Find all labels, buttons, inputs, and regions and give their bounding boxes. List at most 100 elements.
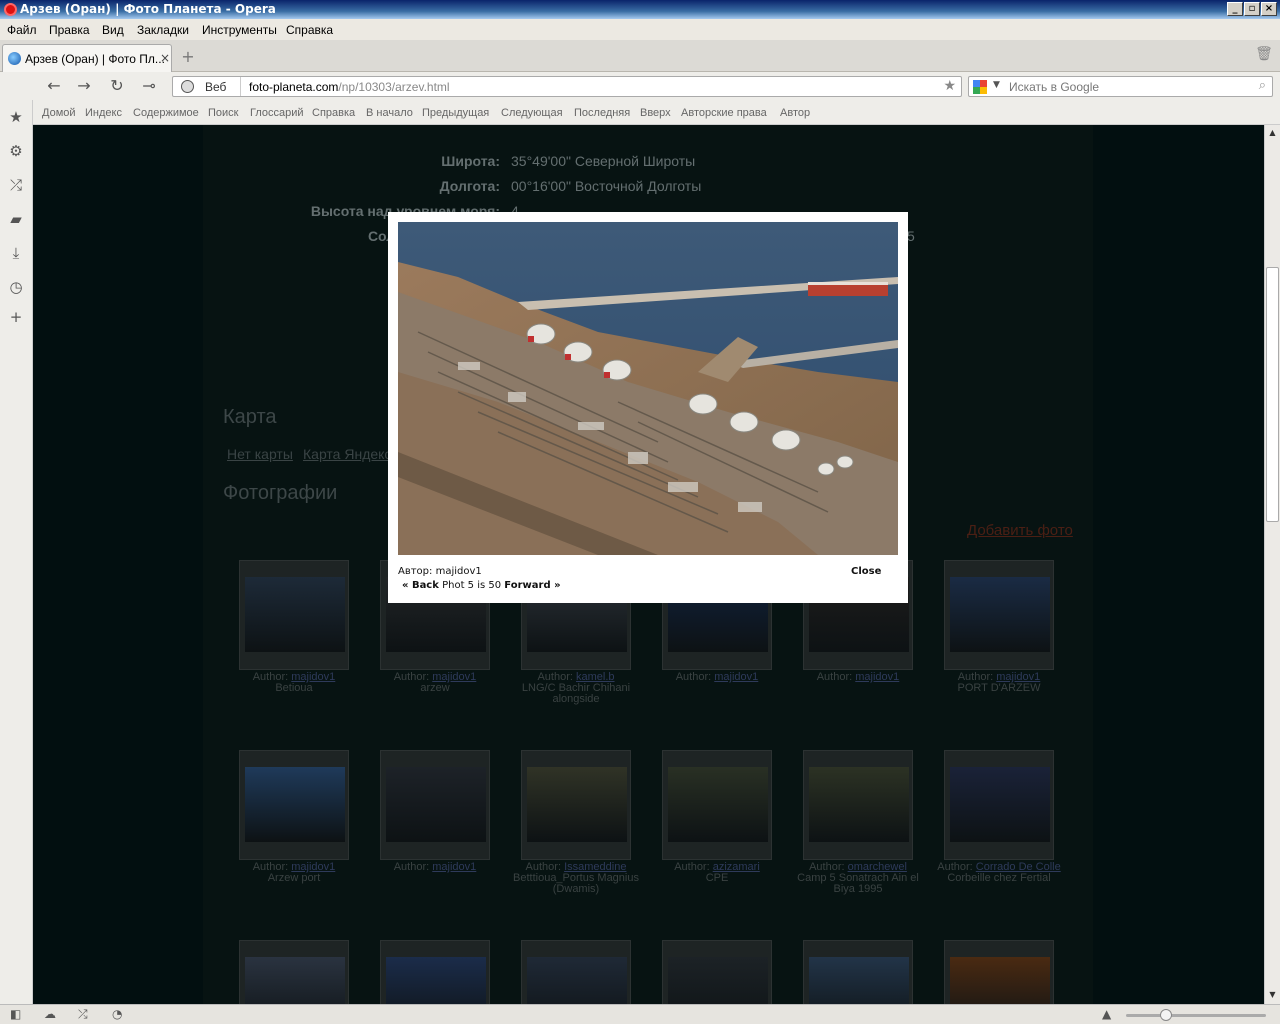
navlink-contents[interactable]: Содержимое xyxy=(133,107,199,119)
scroll-down-arrow-icon[interactable]: ▼ xyxy=(1265,987,1280,1002)
photo-thumbnail[interactable] xyxy=(239,750,349,860)
share-icon[interactable]: ⤮ xyxy=(7,176,25,194)
photo-thumbnail[interactable] xyxy=(944,750,1054,860)
photo-caption: Author: majidov1 PORT D'ARZEW xyxy=(929,672,1069,694)
photo-title: arzew xyxy=(420,682,450,694)
photo-thumbnail[interactable] xyxy=(521,940,631,1004)
search-field[interactable]: ▼ Искать в Google ⌕ xyxy=(968,76,1273,97)
bookmarks-star-icon[interactable]: ★ xyxy=(7,108,25,126)
navlink-start[interactable]: В начало xyxy=(366,107,413,119)
restore-button[interactable]: ▫ xyxy=(1244,2,1260,16)
thumbnail-image xyxy=(809,767,909,842)
navlink-next[interactable]: Следующая xyxy=(501,107,563,119)
author-link[interactable]: majidov1 xyxy=(714,671,758,683)
photo-caption: Author: majidov1 arzew xyxy=(365,672,505,694)
author-link[interactable]: majidov1 xyxy=(855,671,899,683)
reload-icon[interactable]: ↻ xyxy=(106,76,128,96)
share-icon[interactable]: ⤮ xyxy=(78,1007,88,1022)
menu-tools[interactable]: Инструменты xyxy=(202,23,277,37)
photo-thumbnail[interactable] xyxy=(239,940,349,1004)
zoom-slider-handle[interactable] xyxy=(1160,1009,1172,1021)
globe-icon xyxy=(8,52,21,65)
photo-thumbnail[interactable] xyxy=(803,940,913,1004)
navigation-links-bar: Домой Индекс Содержимое Поиск Глоссарий … xyxy=(33,100,1280,125)
photo-caption: Author: Issameddine Betttioua_Portus Magn… xyxy=(506,862,646,895)
lightbox-author: Автор: majidov1 xyxy=(398,566,482,577)
chevron-down-icon[interactable]: ▼ xyxy=(993,80,1000,90)
navlink-previous[interactable]: Предыдущая xyxy=(422,107,489,119)
lightbox-forward-button[interactable]: Forward » xyxy=(504,580,560,591)
no-map-link[interactable]: Нет карты xyxy=(227,446,293,462)
thumbnail-image xyxy=(245,957,345,1004)
add-photo-link[interactable]: Добавить фото xyxy=(967,522,1073,539)
gear-icon[interactable]: ⚙ xyxy=(7,142,25,160)
navlink-search[interactable]: Поиск xyxy=(208,107,238,119)
menu-bookmarks[interactable]: Закладки xyxy=(137,23,189,37)
cloud-icon[interactable]: ☁ xyxy=(44,1007,56,1021)
navlink-author[interactable]: Автор xyxy=(780,107,810,119)
photo-thumbnail[interactable] xyxy=(662,750,772,860)
notes-icon[interactable]: ▰ xyxy=(7,210,25,228)
address-field[interactable]: Веб foto-planeta.com/np/10303/arzev.html… xyxy=(172,76,962,97)
author-link[interactable]: majidov1 xyxy=(432,861,476,873)
photo-title: Arzew port xyxy=(267,872,321,884)
bookmark-star-icon[interactable]: ★ xyxy=(943,78,956,94)
thumbnail-image xyxy=(527,767,627,842)
scroll-up-arrow-icon[interactable]: ▲ xyxy=(1265,125,1280,140)
key-icon[interactable]: ⊸ xyxy=(138,76,160,96)
navlink-last[interactable]: Последняя xyxy=(574,107,630,119)
thumbnail-image xyxy=(527,957,627,1004)
navlink-home[interactable]: Домой xyxy=(42,107,76,119)
sun-value: 5 xyxy=(907,228,915,244)
thumbnail-image xyxy=(386,957,486,1004)
menu-file[interactable]: Файл xyxy=(7,23,37,37)
search-icon[interactable]: ⌕ xyxy=(1259,78,1266,93)
tab-close-icon[interactable]: × xyxy=(160,51,170,65)
download-icon[interactable]: ⤓ xyxy=(7,244,25,262)
minimize-button[interactable]: _ xyxy=(1227,2,1243,16)
lightbox: Автор: majidov1 « Back Phot 5 is 50 Forw… xyxy=(388,212,908,603)
menu-edit[interactable]: Правка xyxy=(49,23,90,37)
thumbnail-image xyxy=(668,957,768,1004)
photo-thumbnail[interactable] xyxy=(380,750,490,860)
new-tab-icon[interactable]: + xyxy=(178,48,198,66)
photo-title: Betioua xyxy=(275,682,313,694)
history-clock-icon[interactable]: ◷ xyxy=(7,278,25,296)
lightbox-back-button[interactable]: « Back xyxy=(402,580,439,591)
search-placeholder: Искать в Google xyxy=(1009,80,1100,94)
forward-arrow-icon[interactable]: → xyxy=(73,76,95,96)
page-viewport: Широта: 35°49'00" Северной Широты Долгот… xyxy=(33,125,1264,1004)
zoom-out-arrow-icon[interactable]: ▲ xyxy=(1102,1007,1111,1021)
thumbnail-image xyxy=(245,767,345,842)
tab-active[interactable]: Арзев (Оран) | Фото Пл... × xyxy=(2,44,172,72)
photo-thumbnail[interactable] xyxy=(662,940,772,1004)
vertical-scrollbar[interactable]: ▲ ▼ xyxy=(1264,125,1280,1004)
menu-view[interactable]: Вид xyxy=(102,23,124,37)
navlink-index[interactable]: Индекс xyxy=(85,107,122,119)
speed-dial-icon[interactable]: ◔ xyxy=(112,1007,122,1021)
zoom-slider-track[interactable] xyxy=(1126,1014,1266,1017)
navlink-help[interactable]: Справка xyxy=(312,107,355,119)
yandex-map-link[interactable]: Карта Яндекс xyxy=(303,446,391,462)
address-url[interactable]: foto-planeta.com/np/10303/arzev.html xyxy=(249,80,450,94)
navlink-glossary[interactable]: Глоссарий xyxy=(250,107,304,119)
scrollbar-thumb[interactable] xyxy=(1266,267,1279,522)
longitude-value: 00°16'00" Восточной Долготы xyxy=(511,178,702,194)
photo-caption: Author: Corrado De Colle Corbeille chez F… xyxy=(929,862,1069,884)
add-panel-icon[interactable]: + xyxy=(7,308,25,326)
lightbox-close-button[interactable]: Close xyxy=(851,566,881,577)
photo-thumbnail[interactable] xyxy=(944,940,1054,1004)
photo-thumbnail[interactable] xyxy=(944,560,1054,670)
close-window-button[interactable]: × xyxy=(1261,2,1277,16)
photo-thumbnail[interactable] xyxy=(521,750,631,860)
photo-title: PORT D'ARZEW xyxy=(957,682,1041,694)
trash-icon[interactable]: 🗑 xyxy=(1254,46,1274,66)
back-arrow-icon[interactable]: ← xyxy=(43,76,65,96)
photo-thumbnail[interactable] xyxy=(380,940,490,1004)
navlink-copyright[interactable]: Авторские права xyxy=(681,107,767,119)
menu-help[interactable]: Справка xyxy=(286,23,333,37)
panel-toggle-icon[interactable]: ◧ xyxy=(10,1007,21,1021)
photo-thumbnail[interactable] xyxy=(239,560,349,670)
photo-thumbnail[interactable] xyxy=(803,750,913,860)
navlink-up[interactable]: Вверх xyxy=(640,107,671,119)
